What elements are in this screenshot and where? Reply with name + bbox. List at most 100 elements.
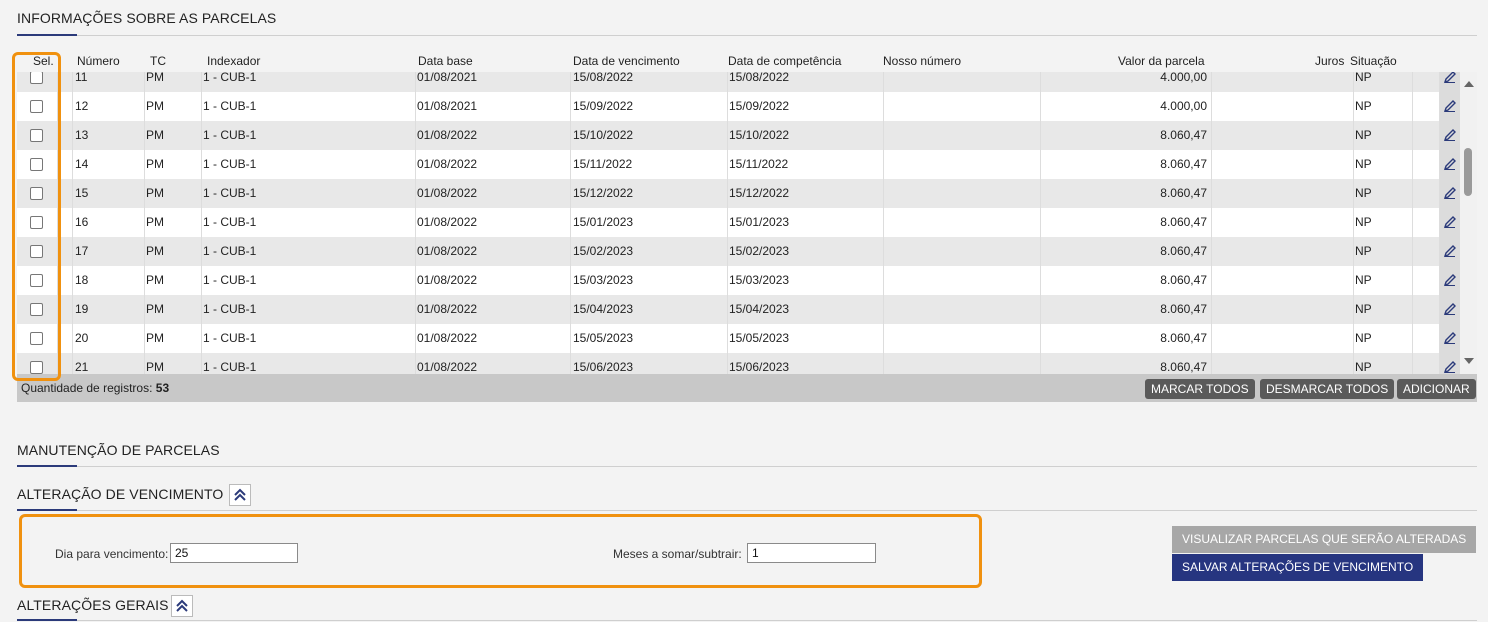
column-divider (570, 121, 571, 150)
edit-row-button[interactable] (1440, 208, 1460, 237)
col-situacao[interactable]: Situação (1350, 54, 1397, 68)
edit-row-button[interactable] (1440, 72, 1460, 92)
column-divider (883, 353, 884, 374)
edit-row-button[interactable] (1440, 121, 1460, 150)
cell-competencia: 15/08/2022 (729, 72, 790, 84)
column-divider (72, 121, 73, 150)
edit-row-button[interactable] (1440, 266, 1460, 295)
scroll-up-arrow-icon[interactable] (1464, 81, 1474, 87)
column-divider (72, 295, 73, 324)
column-divider (1353, 324, 1354, 353)
cell-competencia: 15/06/2023 (729, 360, 790, 374)
scroll-down-arrow-icon[interactable] (1464, 358, 1474, 364)
cell-valor: 8.060,47 (1160, 360, 1207, 374)
col-data-competencia[interactable]: Data de competência (728, 54, 841, 68)
table-row[interactable]: 19 PM 1 - CUB-1 01/08/2022 15/04/2023 15/04/2… (17, 295, 1460, 324)
cell-tc: PM (146, 128, 164, 142)
edit-row-button[interactable] (1440, 150, 1460, 179)
cell-competencia: 15/04/2023 (729, 302, 790, 316)
column-divider (883, 179, 884, 208)
column-divider (883, 295, 884, 324)
column-divider (201, 266, 202, 295)
col-numero[interactable]: Número (77, 54, 120, 68)
column-divider (1040, 353, 1041, 374)
edit-row-button[interactable] (1440, 324, 1460, 353)
table-row[interactable]: 15 PM 1 - CUB-1 01/08/2022 15/12/2022 15/12/2… (17, 179, 1460, 208)
edit-row-button[interactable] (1440, 237, 1460, 266)
scroll-thumb[interactable] (1464, 148, 1472, 196)
col-valor[interactable]: Valor da parcela (1118, 54, 1205, 68)
grid-scrollbar[interactable] (1460, 72, 1477, 374)
edit-row-button[interactable] (1440, 353, 1460, 374)
double-chevron-up-icon (176, 599, 188, 612)
cell-numero: 16 (75, 215, 89, 229)
mark-all-button[interactable]: MARCAR TODOS (1145, 379, 1255, 399)
table-row[interactable]: 17 PM 1 - CUB-1 01/08/2022 15/02/2023 15/02/2… (17, 237, 1460, 266)
table-row[interactable]: 18 PM 1 - CUB-1 01/08/2022 15/03/2023 15/03/2… (17, 266, 1460, 295)
save-due-changes-button[interactable]: SALVAR ALTERAÇÕES DE VENCIMENTO (1172, 554, 1424, 581)
cell-data-base: 01/08/2022 (417, 360, 478, 374)
cell-valor: 8.060,47 (1160, 215, 1207, 229)
double-chevron-up-icon (234, 488, 246, 501)
due-change-title: ALTERAÇÃO DE VENCIMENTO (17, 486, 224, 502)
col-data-base[interactable]: Data base (418, 54, 473, 68)
section-divider (17, 620, 1477, 621)
column-divider (883, 266, 884, 295)
column-divider (144, 72, 145, 92)
table-row[interactable]: 12 PM 1 - CUB-1 01/08/2021 15/09/2022 15/09/2… (17, 92, 1460, 121)
section-divider (17, 510, 1477, 511)
column-divider (201, 324, 202, 353)
general-changes-collapse-button[interactable] (171, 595, 193, 617)
table-row[interactable]: 21 PM 1 - CUB-1 01/08/2022 15/06/2023 15/06/2… (17, 353, 1460, 374)
column-divider (1211, 179, 1212, 208)
cell-situacao: NP (1355, 186, 1372, 200)
unmark-all-button[interactable]: DESMARCAR TODOS (1260, 379, 1395, 399)
edit-row-button[interactable] (1440, 92, 1460, 121)
column-divider (570, 92, 571, 121)
table-row[interactable]: 13 PM 1 - CUB-1 01/08/2022 15/10/2022 15/10/2… (17, 121, 1460, 150)
pencil-icon (1443, 158, 1456, 171)
column-divider (415, 266, 416, 295)
cell-tc: PM (146, 157, 164, 171)
col-nosso-numero[interactable]: Nosso número (883, 54, 961, 68)
due-change-collapse-button[interactable] (229, 484, 251, 506)
column-divider (201, 237, 202, 266)
column-divider (1353, 92, 1354, 121)
edit-row-button[interactable] (1440, 179, 1460, 208)
cell-valor: 8.060,47 (1160, 244, 1207, 258)
table-row[interactable]: 14 PM 1 - CUB-1 01/08/2022 15/11/2022 15/11/2… (17, 150, 1460, 179)
column-divider (727, 72, 728, 92)
column-divider (1353, 179, 1354, 208)
col-juros[interactable]: Juros (1315, 54, 1344, 68)
column-divider (1040, 266, 1041, 295)
cell-numero: 17 (75, 244, 89, 258)
add-button[interactable]: ADICIONAR (1397, 379, 1476, 399)
column-divider (1211, 121, 1212, 150)
column-divider (570, 179, 571, 208)
preview-changes-button[interactable]: VISUALIZAR PARCELAS QUE SERÃO ALTERADAS (1172, 526, 1477, 553)
cell-competencia: 15/11/2022 (729, 157, 789, 171)
cell-numero: 20 (75, 331, 89, 345)
cell-data-base: 01/08/2022 (417, 302, 478, 316)
cell-situacao: NP (1355, 331, 1372, 345)
installments-section-title: INFORMAÇÕES SOBRE AS PARCELAS (17, 10, 277, 26)
table-row[interactable]: 20 PM 1 - CUB-1 01/08/2022 15/05/2023 15/05/2… (17, 324, 1460, 353)
cell-numero: 11 (75, 72, 88, 84)
col-data-vencimento[interactable]: Data de vencimento (573, 54, 680, 68)
pencil-icon (1443, 274, 1456, 287)
col-indexador[interactable]: Indexador (207, 54, 260, 68)
column-divider (727, 295, 728, 324)
cell-vencimento: 15/10/2022 (573, 128, 634, 142)
table-row[interactable]: 16 PM 1 - CUB-1 01/08/2022 15/01/2023 15/01/2… (17, 208, 1460, 237)
cell-tc: PM (146, 302, 164, 316)
col-tc[interactable]: TC (150, 54, 166, 68)
cell-vencimento: 15/02/2023 (573, 244, 634, 258)
column-divider (144, 353, 145, 374)
cell-tc: PM (146, 244, 164, 258)
column-divider (1211, 266, 1212, 295)
cell-indexador: 1 - CUB-1 (203, 215, 257, 229)
general-changes-title: ALTERAÇÕES GERAIS (17, 597, 169, 613)
edit-row-button[interactable] (1440, 295, 1460, 324)
cell-tc: PM (146, 72, 164, 84)
table-row[interactable]: 11 PM 1 - CUB-1 01/08/2021 15/08/2022 15/08/2… (17, 72, 1460, 92)
